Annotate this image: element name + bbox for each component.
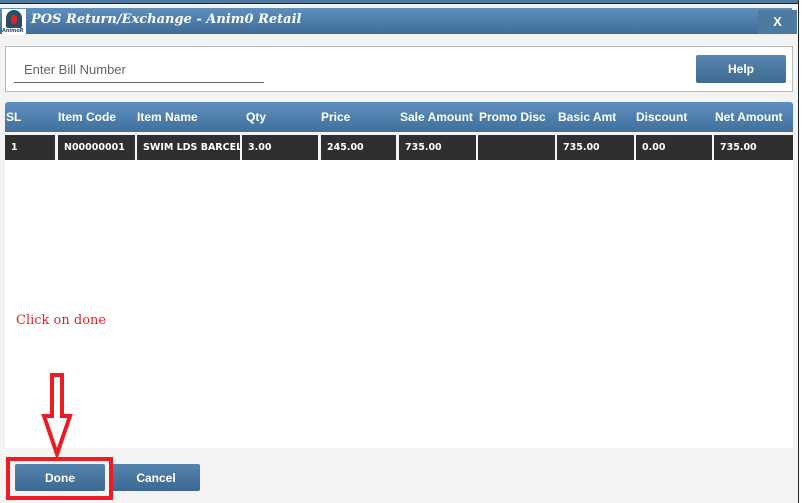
column-header-sale-amount: Sale Amount	[400, 110, 473, 124]
column-header-sl: SL	[6, 110, 22, 124]
column-header-basic-amt: Basic Amt	[558, 110, 617, 124]
column-header-price: Price	[321, 110, 351, 124]
table-header: SL Item Code Item Name Qty Price Sale Am…	[5, 102, 793, 132]
arrow-down-icon	[41, 373, 73, 458]
app-logo: AnimoR	[2, 9, 26, 35]
items-table: SL Item Code Item Name Qty Price Sale Am…	[5, 102, 793, 160]
cell-qty: 3.00	[242, 135, 318, 160]
column-header-item-code: Item Code	[58, 110, 117, 124]
cell-item-code: N00000001	[58, 135, 135, 160]
cell-sl: 1	[5, 135, 55, 160]
column-header-net-amount: Net Amount	[715, 110, 783, 124]
cell-item-name: SWIM LDS BARCEL	[137, 135, 240, 160]
table-body-area	[5, 160, 793, 448]
cell-basic-amt: 735.00	[557, 135, 634, 160]
cell-sale-amount: 735.00	[399, 135, 476, 160]
table-row[interactable]: 1 N00000001 SWIM LDS BARCEL 3.00 245.00 …	[5, 135, 793, 160]
bill-number-input[interactable]	[14, 57, 264, 83]
column-header-promo-disc: Promo Disc	[479, 110, 546, 124]
column-header-discount: Discount	[636, 110, 688, 124]
instruction-annotation: Click on done	[16, 313, 107, 328]
cell-discount: 0.00	[636, 135, 712, 160]
column-header-item-name: Item Name	[137, 110, 198, 124]
search-panel: Help	[5, 46, 793, 92]
cancel-button[interactable]: Cancel	[112, 464, 200, 491]
highlight-box	[6, 457, 113, 500]
background-window-edge	[798, 0, 803, 503]
background-window-strip	[0, 0, 803, 4]
help-button[interactable]: Help	[696, 55, 786, 83]
cell-promo-disc	[478, 135, 555, 160]
cell-price: 245.00	[321, 135, 396, 160]
close-button[interactable]: X	[758, 10, 797, 34]
cell-net-amount: 735.00	[714, 135, 793, 160]
window-title: POS Return/Exchange - Anim0 Retail	[31, 12, 302, 27]
column-header-qty: Qty	[246, 110, 267, 124]
